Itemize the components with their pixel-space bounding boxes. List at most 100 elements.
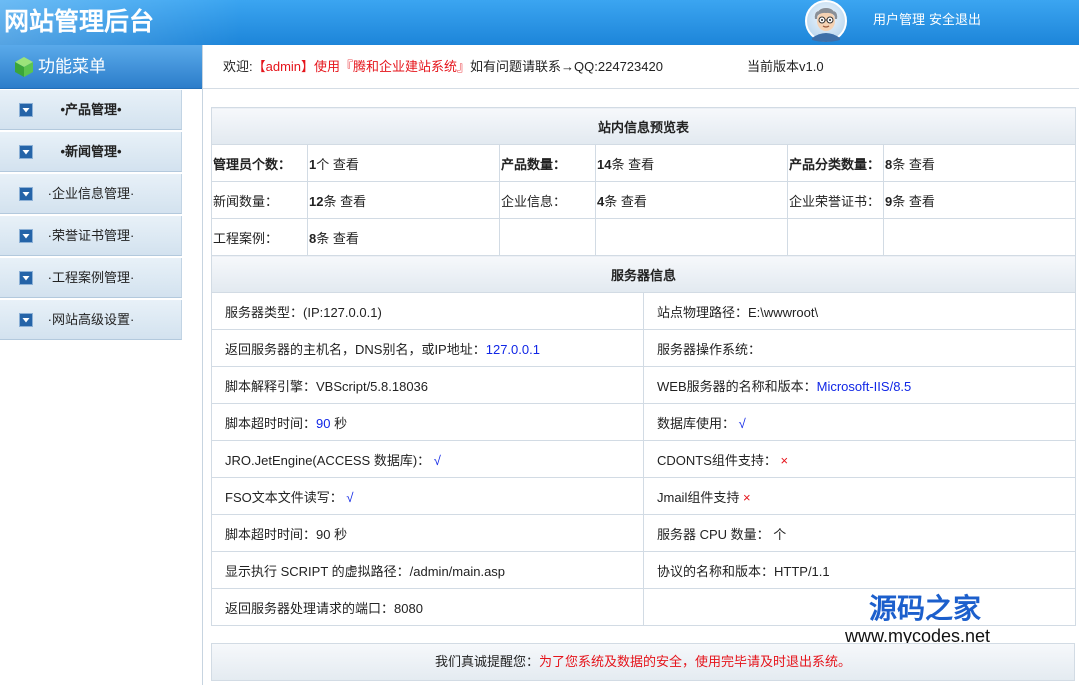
sidebar-item-label: •新闻管理• [60,144,122,159]
server-info-title: 服务器信息 [210,255,1077,293]
server-info-label: 脚本超时时间：90 秒 [225,526,348,542]
server-info-label: 服务器操作系统： [657,341,762,357]
server-info-value: √ [346,489,354,505]
server-info-value: √ [433,452,441,468]
server-info-value: 90 [316,415,331,431]
server-info-label: 协议的名称和版本：HTTP/1.1 [657,563,830,579]
sidebar-item-label: ·荣誉证书管理· [47,228,135,243]
server-info-cell: Jmail组件支持 × [642,477,1077,515]
server-info-label: 服务器 CPU 数量： 个 [657,526,787,542]
server-info-cell: 协议的名称和版本：HTTP/1.1 [642,551,1077,589]
server-info-cell: 显示执行 SCRIPT 的虚拟路径：/admin/main.asp [211,551,644,589]
notice-prefix: 我们真诚提醒您： [434,654,539,669]
server-info-cell: 返回服务器处理请求的端口：8080 [211,588,644,626]
server-info-cell: 服务器操作系统： [642,329,1077,367]
table-row: 显示执行 SCRIPT 的虚拟路径：/admin/main.asp 协议的名称和… [211,551,1077,589]
sidebar-item-company-info[interactable]: ·企业信息管理· [0,174,182,214]
server-info-cell: 站点物理路径：E:\wwwroot\ [642,292,1077,330]
cube-icon [14,56,34,78]
sidebar-item-products[interactable]: •产品管理• [0,90,182,130]
sidebar-title: 功能菜单 [38,57,106,76]
stat-unit: 条 [323,193,337,209]
view-link[interactable]: 查看 [340,194,366,209]
server-info-label: 站点物理路径：E:\wwwroot\ [657,304,819,320]
security-notice: 我们真诚提醒您：为了您系统及数据的安全，使用完毕请及时退出系统。 [211,643,1075,681]
empty-cell [882,218,1077,256]
stat-value: 8条 查看 [307,218,500,256]
table-row: 脚本超时时间：90 秒 数据库使用： √ [211,403,1077,441]
server-info-value: √ [738,415,746,431]
server-info-table: 服务器信息 服务器类型：(IP:127.0.0.1) 站点物理路径：E:\www… [210,255,1077,626]
stat-count: 14 [597,156,612,172]
view-link[interactable]: 查看 [628,157,654,172]
table-row: 返回服务器的主机名，DNS别名，或IP地址：127.0.0.1 服务器操作系统： [211,329,1077,367]
server-info-cell: WEB服务器的名称和版本：Microsoft-IIS/8.5 [642,366,1077,404]
welcome-bar: 欢迎:【admin】使用『腾和企业建站系统』如有问题请联系→QQ:2247234… [203,45,1079,89]
stat-label: 新闻数量： [211,181,308,219]
server-info-cell: 脚本超时时间：90 秒 [211,514,644,552]
empty-cell [499,218,596,256]
server-info-label: 脚本超时时间： [225,415,317,431]
stat-unit: 个 [316,156,330,172]
stat-label: 产品数量： [499,144,596,182]
server-info-value: 127.0.0.1 [485,341,540,357]
stat-label: 企业荣誉证书： [787,181,884,219]
stat-label: 产品分类数量： [787,144,884,182]
stat-unit: 条 [316,230,330,246]
stat-label: 管理员个数： [211,144,308,182]
view-link[interactable]: 查看 [621,194,647,209]
sidebar-item-projects[interactable]: ·工程案例管理· [0,258,182,298]
server-info-label: 脚本解释引擎：VBScript/5.8.18036 [225,378,429,394]
view-link[interactable]: 查看 [333,231,359,246]
server-info-label: 数据库使用： [657,415,739,431]
server-info-cell: 返回服务器的主机名，DNS别名，或IP地址：127.0.0.1 [211,329,644,367]
user-admin-link[interactable]: 用户管理 [873,12,925,28]
stat-unit: 条 [604,193,618,209]
stat-unit: 条 [611,156,625,172]
table-row: 工程案例： 8条 查看 [211,218,1077,256]
empty-cell [595,218,788,256]
server-info-value: × [742,489,751,505]
sidebar-item-news[interactable]: •新闻管理• [0,132,182,172]
notice-highlight: 为了您系统及数据的安全，使用完毕请及时退出系统。 [539,654,852,669]
sidebar-item-advanced-settings[interactable]: ·网站高级设置· [0,300,182,340]
server-info-suffix: 秒 [330,415,348,431]
stat-value: 4条 查看 [595,181,788,219]
welcome-contact: 如有问题请联系→QQ:224723420 [470,59,663,74]
table-row: 脚本解释引擎：VBScript/5.8.18036 WEB服务器的名称和版本：M… [211,366,1077,404]
stat-label: 企业信息： [499,181,596,219]
server-info-label: WEB服务器的名称和版本： [657,378,817,394]
server-info-label: 服务器类型：(IP:127.0.0.1) [225,304,382,320]
table-row: 服务器类型：(IP:127.0.0.1) 站点物理路径：E:\wwwroot\ [211,292,1077,330]
version-label: 当前版本v1.0 [747,59,824,74]
logout-link[interactable]: 安全退出 [929,12,981,28]
server-info-cell: FSO文本文件读写： √ [211,477,644,515]
server-info-cell: CDONTS组件支持： × [642,440,1077,478]
view-link[interactable]: 查看 [909,194,935,209]
table-row: 脚本超时时间：90 秒 服务器 CPU 数量： 个 [211,514,1077,552]
server-info-label: Jmail组件支持 [657,489,743,505]
sidebar-divider [202,45,203,685]
empty-cell [787,218,884,256]
server-info-cell: 数据库使用： √ [642,403,1077,441]
top-header: 网站管理后台 用户管理 安全退出 [0,0,1079,45]
server-info-label: CDONTS组件支持： [657,452,781,468]
sidebar-item-certificates[interactable]: ·荣誉证书管理· [0,216,182,256]
avatar-icon[interactable] [804,0,848,43]
stat-value: 12条 查看 [307,181,500,219]
sidebar-item-label: •产品管理• [60,102,122,117]
stat-unit: 条 [892,193,906,209]
sidebar-item-label: ·企业信息管理· [47,186,135,201]
server-info-value: × [780,452,789,468]
welcome-prefix: 欢迎: [223,59,253,74]
site-info-title: 站内信息预览表 [210,107,1077,145]
sidebar-header: 功能菜单 [0,45,202,89]
view-link[interactable]: 查看 [333,157,359,172]
site-title: 网站管理后台 [4,8,155,36]
view-link[interactable]: 查看 [909,157,935,172]
sidebar-item-label: ·网站高级设置· [47,312,135,327]
stat-value: 14条 查看 [595,144,788,182]
stat-unit: 条 [892,156,906,172]
server-info-label: JRO.JetEngine(ACCESS 数据库)： [225,452,434,468]
server-info-label: FSO文本文件读写： [225,489,347,505]
